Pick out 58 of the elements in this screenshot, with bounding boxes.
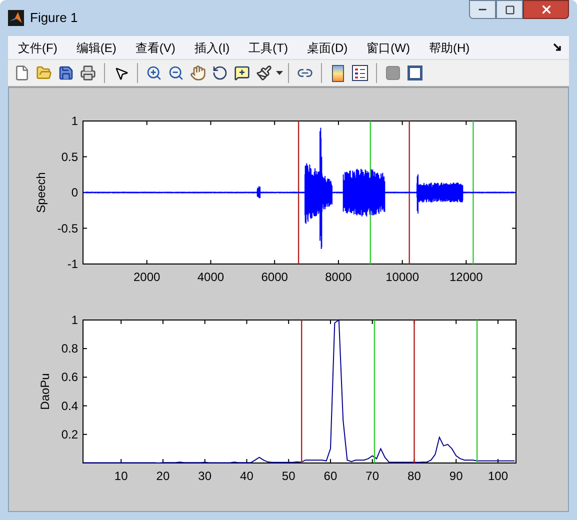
window-frame-icon[interactable] (407, 65, 423, 81)
pointer-icon[interactable] (114, 66, 128, 80)
tick-label: 80 (408, 469, 421, 483)
tick-label: 0.5 (61, 150, 78, 164)
hand-icon[interactable] (190, 65, 206, 81)
tick-label: 8000 (325, 270, 352, 284)
new-file-icon[interactable] (14, 65, 30, 81)
menu-item[interactable]: 文件(F) (12, 38, 64, 56)
dock-arrow-icon[interactable] (553, 43, 562, 52)
window-title: Figure 1 (30, 9, 78, 28)
tick-label: 2000 (134, 270, 160, 284)
tick-label: 40 (240, 469, 254, 483)
tick-label: 90 (449, 469, 463, 483)
folder-icon[interactable] (36, 65, 52, 81)
maximize-button[interactable] (496, 0, 523, 19)
close-icon (540, 3, 552, 16)
rotate-icon[interactable] (212, 65, 228, 81)
tick-label: 0.8 (61, 342, 78, 356)
app-logo-icon (8, 10, 24, 26)
tick-label: 0 (71, 186, 78, 200)
tick-label: 20 (156, 469, 170, 483)
colorbar-icon[interactable] (332, 64, 344, 82)
tick-label: 10 (114, 469, 128, 483)
tick-label: -0.5 (57, 221, 78, 236)
close-button[interactable] (523, 0, 569, 19)
menu-item[interactable]: 编辑(E) (70, 38, 122, 56)
tick-label: 30 (198, 469, 212, 483)
zoom-in-icon[interactable] (146, 65, 162, 81)
tick-label: -1 (67, 257, 78, 271)
save-icon[interactable] (58, 65, 74, 81)
axis-label: Speech (34, 172, 48, 213)
tick-label: 0.4 (61, 398, 78, 413)
tick-label: 0.2 (61, 427, 78, 442)
tick-label: 10000 (386, 270, 419, 284)
tick-label: 1 (71, 114, 78, 128)
tick-label: 70 (366, 469, 380, 483)
brush-icon[interactable] (256, 65, 272, 81)
tick-label: 4000 (197, 270, 224, 284)
menu-item[interactable]: 桌面(D) (300, 38, 354, 56)
menu-item[interactable]: 工具(T) (242, 38, 294, 56)
zoom-out-icon[interactable] (168, 65, 184, 81)
menu-item[interactable]: 插入(I) (188, 38, 236, 56)
data-cursor-icon[interactable] (234, 65, 250, 81)
printer-icon[interactable] (80, 65, 96, 81)
tick-label: 0.6 (61, 370, 78, 384)
tick-label: 100 (488, 469, 508, 483)
legend-icon[interactable] (352, 65, 368, 81)
axis-label: DaoPu (38, 373, 52, 410)
maximize-icon (504, 4, 514, 14)
tick-label: 50 (282, 469, 296, 483)
tick-label: 6000 (261, 270, 288, 284)
tick-label: 60 (324, 469, 338, 483)
dropdown-arrow-icon[interactable] (276, 71, 283, 75)
tick-label: 12000 (450, 270, 483, 284)
menu-item[interactable]: 窗口(W) (360, 38, 416, 56)
tick-label: 1 (71, 313, 78, 327)
menu-item[interactable]: 帮助(H) (422, 38, 476, 56)
menu-item[interactable]: 查看(V) (129, 38, 182, 56)
